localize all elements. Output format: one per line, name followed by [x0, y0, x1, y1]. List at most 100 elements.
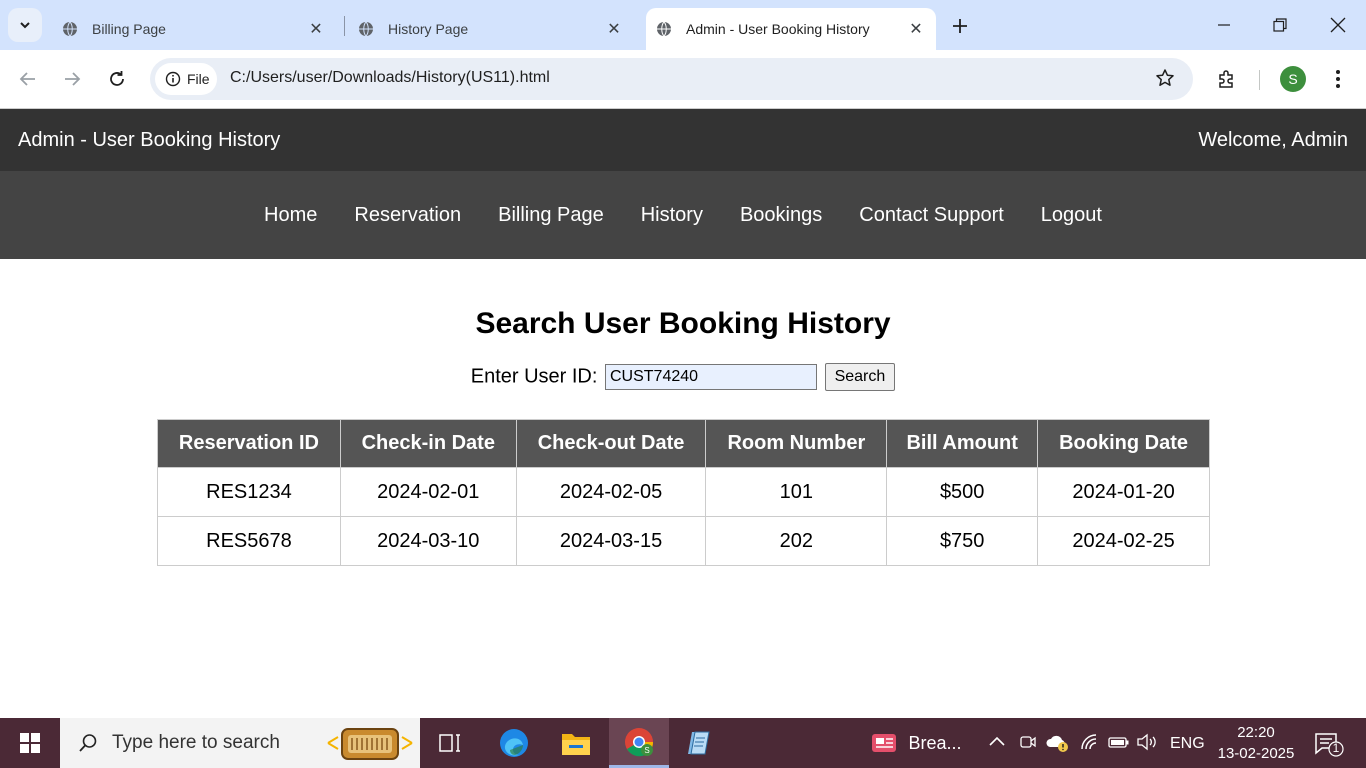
- chevron-up-icon[interactable]: [988, 734, 1006, 752]
- column-header: Booking Date: [1037, 419, 1210, 468]
- table-header-row: Reservation ID Check-in Date Check-out D…: [157, 419, 1210, 468]
- tab-title: Admin - User Booking History: [686, 21, 870, 37]
- site-header: Admin - User Booking History Welcome, Ad…: [0, 109, 1366, 171]
- table-cell: 2024-03-10: [339, 516, 517, 566]
- search-button[interactable]: Search: [824, 363, 896, 391]
- search-placeholder: Type here to search: [112, 732, 280, 753]
- reload-icon: [110, 71, 124, 86]
- chevron-down-icon: [20, 22, 30, 29]
- volume-icon[interactable]: [1136, 733, 1158, 756]
- tab-admin-user-booking-history[interactable]: Admin - User Booking History ✕: [646, 8, 936, 50]
- table-cell: 2024-02-25: [1037, 516, 1210, 566]
- start-button[interactable]: [0, 718, 60, 768]
- clock-time: 22:20: [1237, 724, 1275, 741]
- column-header: Reservation ID: [157, 419, 341, 468]
- bookmark-star-icon[interactable]: [1155, 68, 1175, 93]
- table-cell: 2024-02-01: [339, 467, 517, 517]
- close-icon[interactable]: ✕: [904, 17, 928, 41]
- forward-button[interactable]: [56, 63, 88, 95]
- welcome-text: Welcome, Admin: [1198, 128, 1348, 151]
- browser-toolbar: File C:/Users/user/Downloads/History(US1…: [0, 50, 1366, 108]
- more-vertical-icon: [1336, 70, 1340, 88]
- globe-icon: [359, 21, 373, 37]
- tab-search-button[interactable]: [8, 8, 42, 42]
- news-label: Brea...: [908, 732, 962, 753]
- taskbar-chrome[interactable]: S: [609, 718, 669, 768]
- edge-icon: [500, 729, 528, 757]
- globe-icon: [657, 21, 671, 37]
- profile-button[interactable]: S: [1277, 63, 1309, 95]
- new-tab-button[interactable]: [946, 12, 974, 40]
- close-icon[interactable]: ✕: [602, 17, 626, 41]
- table-cell: RES5678: [157, 516, 341, 566]
- search-icon: [79, 734, 97, 752]
- notification-count: 1: [1332, 741, 1340, 755]
- language-indicator[interactable]: ENG: [1170, 735, 1205, 753]
- minimize-icon: [1218, 24, 1230, 26]
- network-icon[interactable]: [1080, 733, 1100, 756]
- column-header: Room Number: [705, 419, 888, 468]
- restore-button[interactable]: [1252, 0, 1308, 50]
- table-cell: $750: [886, 516, 1039, 566]
- main-nav: Home Reservation Billing Page History Bo…: [0, 171, 1366, 259]
- nav-home[interactable]: Home: [264, 204, 317, 227]
- toolbar-divider: [1259, 70, 1260, 90]
- taskbar-breaking-news[interactable]: Brea...: [864, 723, 968, 763]
- table-cell: 101: [705, 467, 888, 517]
- battery-icon[interactable]: [1108, 734, 1130, 755]
- table-cell: 2024-01-20: [1037, 467, 1210, 517]
- column-header: Check-in Date: [339, 419, 517, 468]
- extensions-button[interactable]: [1211, 63, 1243, 95]
- notification-center-button[interactable]: 1: [1314, 731, 1344, 762]
- page-title: Search User Booking History: [475, 307, 891, 340]
- plus-icon: [953, 19, 967, 33]
- site-info-label: File: [187, 71, 210, 87]
- globe-icon: [63, 21, 77, 37]
- site-info-chip[interactable]: File: [155, 63, 217, 95]
- tab-billing-page[interactable]: Billing Page ✕: [44, 8, 340, 50]
- table-cell: 202: [705, 516, 888, 566]
- nav-history[interactable]: History: [641, 204, 703, 227]
- close-window-button[interactable]: [1310, 0, 1366, 50]
- nav-contact-support[interactable]: Contact Support: [859, 204, 1004, 227]
- table-cell: RES1234: [157, 467, 341, 517]
- column-header: Check-out Date: [515, 419, 707, 468]
- info-icon: [165, 71, 181, 87]
- nav-logout[interactable]: Logout: [1041, 204, 1102, 227]
- windows-taskbar: Type here to search S Brea... ENG 22:20 …: [0, 718, 1366, 768]
- meet-icon[interactable]: [1020, 733, 1036, 756]
- reload-button[interactable]: [101, 63, 133, 95]
- web-page: Admin - User Booking History Welcome, Ad…: [0, 108, 1366, 718]
- site-title: Admin - User Booking History: [18, 128, 281, 151]
- user-id-input[interactable]: [605, 364, 817, 390]
- task-view-button[interactable]: [425, 723, 475, 763]
- onedrive-warning-icon[interactable]: [1046, 733, 1070, 758]
- clock-date: 13-02-2025: [1217, 745, 1295, 762]
- windows-icon: [20, 733, 40, 753]
- url-text[interactable]: C:/Users/user/Downloads/History(US11).ht…: [230, 69, 550, 87]
- address-bar[interactable]: File C:/Users/user/Downloads/History(US1…: [150, 58, 1193, 100]
- taskbar-clock[interactable]: 22:20 13-02-2025: [1210, 722, 1302, 764]
- close-icon[interactable]: ✕: [304, 17, 328, 41]
- news-icon: [872, 734, 897, 752]
- table-row: RES1234 2024-02-01 2024-02-05 101 $500 2…: [157, 467, 1210, 517]
- notepad-icon: [688, 731, 710, 755]
- taskbar-file-explorer[interactable]: [551, 723, 601, 763]
- browser-menu-button[interactable]: [1322, 63, 1354, 95]
- nav-reservation[interactable]: Reservation: [354, 204, 461, 227]
- arrow-left-icon: [19, 72, 35, 86]
- search-form: Enter User ID: Search: [0, 363, 1366, 391]
- puzzle-icon: [1219, 70, 1233, 88]
- tab-title: History Page: [388, 21, 469, 37]
- tab-history-page[interactable]: History Page ✕: [340, 8, 638, 50]
- taskbar-search-box[interactable]: Type here to search: [60, 718, 420, 768]
- nav-bookings[interactable]: Bookings: [740, 204, 822, 227]
- nav-billing-page[interactable]: Billing Page: [498, 204, 604, 227]
- folder-icon: [562, 734, 590, 755]
- close-icon: [1330, 17, 1346, 33]
- back-button[interactable]: [12, 63, 44, 95]
- taskbar-edge[interactable]: [489, 723, 539, 763]
- user-id-label: Enter User ID:: [470, 365, 598, 388]
- minimize-button[interactable]: [1196, 0, 1252, 50]
- taskbar-notepad[interactable]: [675, 723, 725, 763]
